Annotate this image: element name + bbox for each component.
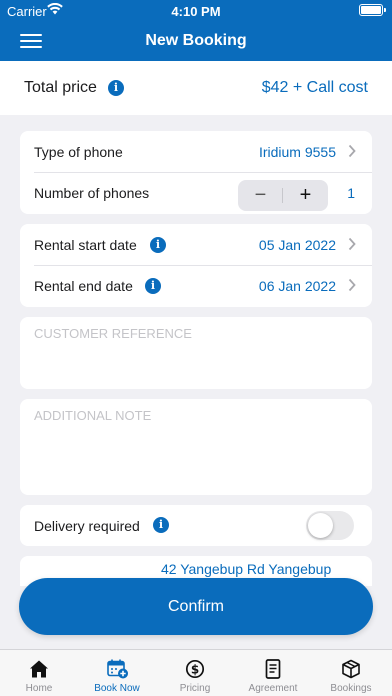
quantity-value: 1: [347, 185, 355, 201]
tab-pricing[interactable]: $ Pricing: [156, 650, 234, 696]
battery-icon: [359, 4, 386, 16]
rental-start-date-label: Rental start date: [34, 237, 137, 253]
status-time: 4:10 PM: [171, 4, 221, 19]
box-icon: [342, 659, 360, 679]
tab-bar: Home Book Now $ Pricing Agreement Bookin…: [0, 649, 392, 696]
total-price-value: $42 + Call cost: [261, 79, 368, 96]
tab-agreement[interactable]: Agreement: [234, 650, 312, 696]
tab-label: Bookings: [330, 683, 372, 694]
rental-end-date-label: Rental end date: [34, 278, 133, 294]
quantity-stepper: − +: [238, 180, 328, 211]
tab-label: Pricing: [179, 683, 211, 694]
document-icon: [265, 659, 281, 679]
delivery-address-value: 42 Yangebup Rd Yangebup: [161, 561, 332, 577]
home-icon: [30, 660, 48, 678]
rental-start-info-icon[interactable]: i: [150, 237, 166, 253]
type-of-phone-value: Iridium 9555: [258, 144, 336, 160]
chevron-right-icon: [348, 278, 356, 292]
rental-start-date-row[interactable]: Rental start date i 05 Jan 2022: [20, 225, 372, 266]
total-price-info-icon[interactable]: i: [108, 80, 124, 96]
tab-label: Book Now: [94, 683, 140, 694]
delivery-toggle[interactable]: [306, 511, 354, 540]
tab-home[interactable]: Home: [0, 650, 78, 696]
status-bar: Carrier 4:10 PM: [0, 0, 392, 22]
tab-bookings[interactable]: Bookings: [312, 650, 390, 696]
rental-start-date-value: 05 Jan 2022: [258, 237, 336, 253]
rental-end-date-value: 06 Jan 2022: [258, 278, 336, 294]
customer-reference-input[interactable]: [20, 317, 372, 389]
svg-text:$: $: [191, 662, 199, 676]
type-of-phone-row[interactable]: Type of phone Iridium 9555: [20, 132, 372, 173]
delivery-info-icon[interactable]: i: [153, 517, 169, 533]
calendar-add-icon: [107, 659, 128, 679]
confirm-button[interactable]: Confirm: [19, 578, 373, 635]
phone-card: Type of phone Iridium 9555 Number of pho…: [20, 131, 372, 214]
additional-note-input[interactable]: [20, 399, 372, 495]
dates-card: Rental start date i 05 Jan 2022 Rental e…: [20, 224, 372, 307]
chevron-right-icon: [348, 237, 356, 251]
number-of-phones-row: Number of phones − + 1: [20, 173, 372, 214]
rental-end-info-icon[interactable]: i: [145, 278, 161, 294]
decrement-button[interactable]: −: [238, 180, 283, 211]
total-price-row: Total price $42 + Call cost: [0, 61, 392, 115]
type-of-phone-label: Type of phone: [34, 144, 123, 160]
delivery-required-label: Delivery required: [34, 518, 140, 534]
navigation-bar: New Booking: [0, 22, 392, 61]
delivery-card: Delivery required i: [20, 505, 372, 546]
tab-label: Agreement: [248, 683, 298, 694]
number-of-phones-label: Number of phones: [34, 185, 150, 201]
rental-end-date-row[interactable]: Rental end date i 06 Jan 2022: [20, 266, 372, 307]
increment-button[interactable]: +: [283, 180, 328, 211]
dollar-circle-icon: $: [185, 659, 205, 679]
tab-label: Home: [25, 683, 53, 694]
total-price-label: Total price: [24, 79, 97, 96]
page-title: New Booking: [145, 32, 247, 49]
tab-book-now[interactable]: Book Now: [78, 650, 156, 696]
chevron-right-icon: [348, 144, 356, 158]
toggle-knob: [308, 513, 333, 538]
